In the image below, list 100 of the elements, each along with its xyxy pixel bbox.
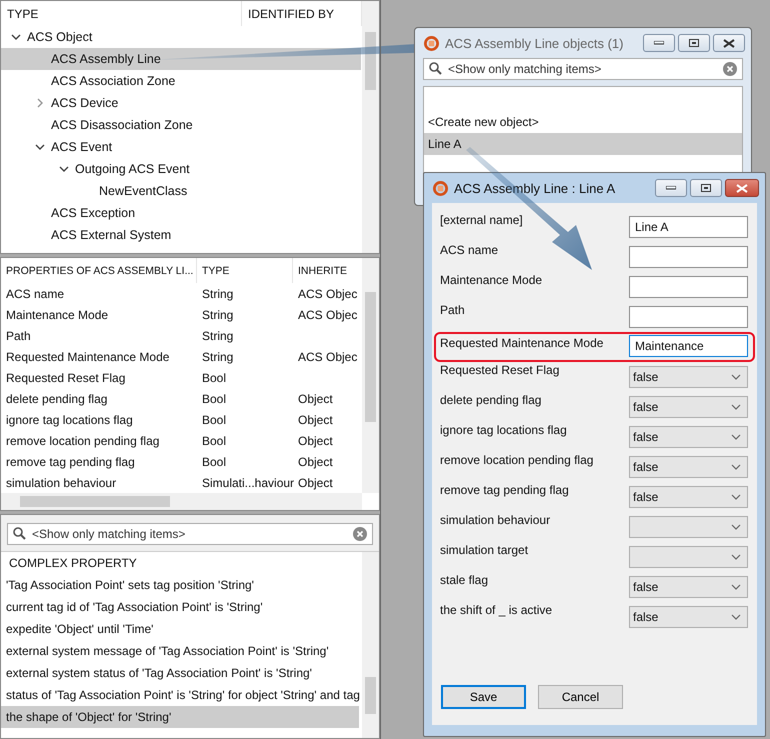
dropdown[interactable]: false: [629, 486, 748, 508]
list-item[interactable]: 'Tag Association Point' sets tag position 'String': [1, 574, 359, 596]
chevron-down-icon: [731, 554, 741, 560]
scrollbar[interactable]: [362, 552, 379, 738]
table-cell: simulation behaviour: [6, 476, 116, 490]
scrollbar[interactable]: [362, 1, 379, 253]
chevron-down-icon[interactable]: [35, 142, 45, 152]
dropdown[interactable]: false: [629, 396, 748, 418]
table-cell: String: [202, 328, 234, 342]
input-field[interactable]: [629, 306, 748, 328]
dropdown[interactable]: false: [629, 576, 748, 598]
tree-item[interactable]: ACS Device: [1, 92, 361, 114]
list-item[interactable]: the shape of 'Object' for 'String': [1, 706, 359, 728]
tree-item[interactable]: ACS External System: [1, 224, 361, 246]
minimize-button[interactable]: [655, 179, 687, 197]
dropdown[interactable]: false: [629, 456, 748, 478]
close-button[interactable]: [713, 34, 745, 52]
close-button[interactable]: [725, 179, 759, 197]
dropdown[interactable]: false: [629, 366, 748, 388]
clear-icon[interactable]: [353, 527, 367, 541]
dropdown[interactable]: false: [629, 606, 748, 628]
scrollbar[interactable]: [362, 258, 379, 493]
list-item[interactable]: <Create new object>: [424, 111, 742, 133]
app-icon: [433, 180, 448, 196]
list-item[interactable]: Line A: [424, 133, 742, 155]
chevron-down-icon: [731, 374, 741, 380]
table-cell: Object: [298, 392, 333, 406]
input-field[interactable]: Line A: [629, 216, 748, 238]
table-cell: ACS Objec: [298, 308, 358, 322]
search-icon: [429, 62, 442, 75]
field-label: Requested Maintenance Mode: [440, 335, 604, 350]
input-field[interactable]: [629, 246, 748, 268]
chevron-down-icon: [731, 434, 741, 440]
tree-item[interactable]: NewEventClass: [1, 180, 361, 202]
tree-item[interactable]: ACS Exception: [1, 202, 361, 224]
field-label: ACS name: [440, 242, 498, 257]
chevron-down-icon: [731, 404, 741, 410]
column-header[interactable]: TYPE: [1, 1, 242, 26]
table-cell: Bool: [202, 434, 226, 448]
tree-item[interactable]: ACS Event: [1, 136, 361, 158]
list-item[interactable]: external system status of 'Tag Association Point' is 'String': [1, 662, 359, 684]
table-cell: ignore tag locations flag: [6, 412, 133, 426]
window-title: ACS Assembly Line : Line A: [454, 180, 616, 196]
table-cell: Requested Reset Flag: [6, 370, 126, 384]
tree-item[interactable]: ACS Disassociation Zone: [1, 114, 361, 136]
column-header[interactable]: TYPE: [197, 258, 293, 283]
search-field[interactable]: <Show only matching items>: [7, 523, 373, 545]
window-title: ACS Assembly Line objects (1): [445, 36, 624, 50]
dropdown[interactable]: [629, 516, 748, 538]
field-label: remove tag pending flag: [440, 482, 569, 497]
chevron-down-icon: [731, 524, 741, 530]
chevron-down-icon: [731, 614, 741, 620]
table-cell: Bool: [202, 370, 226, 384]
dropdown[interactable]: false: [629, 426, 748, 448]
save-button[interactable]: Save: [441, 685, 526, 709]
field-label: stale flag: [440, 572, 488, 587]
chevron-down-icon[interactable]: [59, 164, 69, 174]
minimize-button[interactable]: [643, 34, 675, 52]
field-label: delete pending flag: [440, 392, 542, 407]
table-cell: Requested Maintenance Mode: [6, 350, 170, 364]
field-label: [external name]: [440, 212, 523, 227]
list-item[interactable]: expedite 'Object' until 'Time': [1, 618, 359, 640]
clear-icon[interactable]: [723, 62, 737, 76]
list-item[interactable]: external system message of 'Tag Association Point' is 'String': [1, 640, 359, 662]
input-field[interactable]: Maintenance: [629, 335, 748, 357]
tree-item[interactable]: ACS Assembly Line: [1, 48, 361, 70]
table-cell: Simulati...haviour: [202, 476, 294, 490]
maximize-button[interactable]: [678, 34, 710, 52]
chevron-down-icon: [731, 494, 741, 500]
list-item[interactable]: status of 'Tag Association Point' is 'String' for object 'String' and tag: [1, 684, 359, 706]
maximize-button[interactable]: [690, 179, 722, 197]
dropdown[interactable]: [629, 546, 748, 568]
table-cell: String: [202, 308, 234, 322]
column-header[interactable]: PROPERTIES OF ACS ASSEMBLY LI...: [1, 258, 197, 283]
tree-item[interactable]: ACS Association Zone: [1, 70, 361, 92]
table-cell: Bool: [202, 454, 226, 468]
search-field[interactable]: <Show only matching items>: [423, 58, 743, 80]
table-cell: Bool: [202, 392, 226, 406]
chevron-right-icon[interactable]: [35, 98, 45, 108]
field-label: the shift of _ is active: [440, 602, 552, 617]
list-item[interactable]: current tag id of 'Tag Association Point' is 'String': [1, 596, 359, 618]
table-cell: String: [202, 350, 234, 364]
tree-item[interactable]: ACS Object: [1, 26, 361, 48]
minimize-icon: [666, 186, 676, 190]
field-label: remove location pending flag: [440, 452, 594, 467]
field-label: Requested Reset Flag: [440, 362, 560, 377]
table-cell: Path: [6, 328, 31, 342]
chevron-down-icon: [731, 464, 741, 470]
maximize-icon: [689, 39, 699, 47]
table-cell: Bool: [202, 412, 226, 426]
close-icon: [723, 38, 735, 48]
tree-item[interactable]: Outgoing ACS Event: [1, 158, 361, 180]
cancel-button[interactable]: Cancel: [538, 685, 623, 709]
chevron-down-icon[interactable]: [11, 32, 21, 42]
maximize-icon: [701, 184, 711, 192]
input-field[interactable]: [629, 276, 748, 298]
table-cell: ACS name: [6, 286, 64, 300]
list-header: COMPLEX PROPERTY: [9, 556, 137, 570]
table-cell: String: [202, 286, 234, 300]
scrollbar[interactable]: [1, 493, 362, 510]
